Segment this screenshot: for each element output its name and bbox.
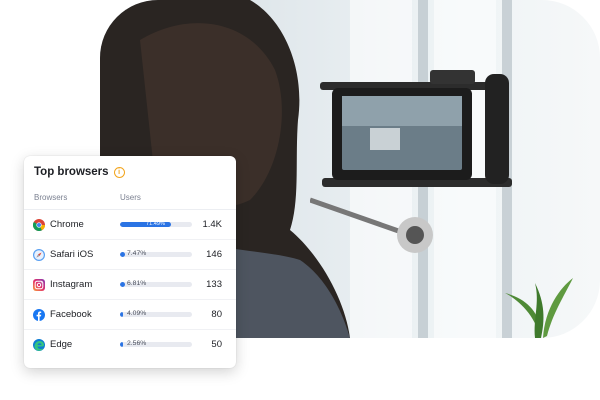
browser-row-safari-ios[interactable]: Safari iOS 7.47% 146: [24, 240, 236, 270]
usage-bar-fill: [120, 282, 125, 287]
usage-percent: 2.56%: [127, 339, 147, 347]
card-title-text: Top browsers: [34, 166, 109, 178]
usage-bar-fill: [120, 342, 123, 347]
browser-row-instagram[interactable]: Instagram 6.81% 133: [24, 270, 236, 300]
column-header-users: Users: [120, 193, 141, 202]
instagram-icon: [33, 279, 45, 291]
info-icon[interactable]: i: [113, 166, 125, 178]
user-count: 80: [211, 309, 222, 320]
browser-name: Edge: [50, 339, 73, 350]
browser-row-edge[interactable]: Edge 2.56% 50: [24, 330, 236, 360]
browser-row-chrome[interactable]: Chrome 71.49% 1.4K: [24, 210, 236, 240]
user-count: 1.4K: [202, 219, 222, 230]
facebook-icon: [33, 309, 45, 321]
usage-bar-fill: [120, 252, 126, 257]
browser-name: Facebook: [50, 309, 92, 320]
chrome-icon: [33, 219, 45, 231]
usage-percent: 71.49%: [146, 220, 165, 227]
plant-illustration: [505, 278, 573, 338]
browser-row-facebook[interactable]: Facebook 4.09% 80: [24, 300, 236, 330]
usage-percent: 4.09%: [127, 309, 147, 317]
browser-name: Chrome: [50, 219, 84, 230]
usage-percent: 6.81%: [127, 279, 147, 287]
browser-name: Instagram: [50, 279, 93, 290]
usage-bar-fill: [120, 312, 123, 317]
browser-name: Safari iOS: [50, 249, 94, 260]
user-count: 133: [206, 279, 222, 290]
card-title: Top browsers i: [34, 166, 125, 178]
column-header-browsers: Browsers: [34, 193, 68, 202]
top-browsers-card: Top browsers i Browsers Users Chrome 71.…: [24, 156, 236, 368]
user-count: 146: [206, 249, 222, 260]
edge-icon: [33, 339, 45, 351]
camera-rig-illustration: [310, 70, 512, 253]
safari-icon: [33, 249, 45, 261]
user-count: 50: [211, 339, 222, 350]
usage-percent: 7.47%: [127, 249, 147, 257]
